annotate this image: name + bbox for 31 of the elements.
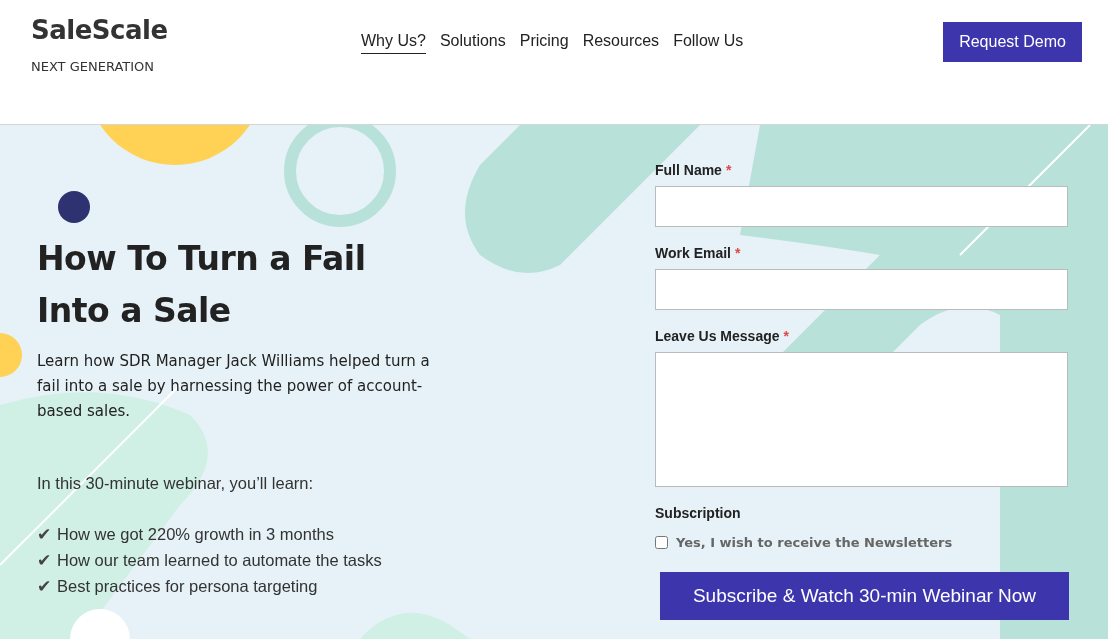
field-label: Work Email [655,245,731,261]
check-icon: ✔ [37,521,51,547]
field-label: Full Name [655,162,722,178]
benefit-text: How we got 220% growth in 3 months [57,524,334,545]
nav-link[interactable]: Solutions [439,32,506,54]
benefit-text: Best practices for persona targeting [57,576,318,597]
nav-link[interactable]: Why Us? [361,32,426,54]
nav-link[interactable]: Pricing [519,32,569,54]
field-label: Leave Us Message [655,328,780,344]
required-mark: * [783,328,789,344]
brand-logo[interactable]: SaleScale [31,15,361,45]
newsletter-checkbox[interactable] [655,536,668,549]
newsletter-option: Yes, I wish to receive the Newsletters [676,535,953,550]
nav-link[interactable]: Resources [582,32,660,54]
required-mark: * [725,162,732,178]
benefit-text: How our team learned to automate the tasks [57,550,382,571]
subscribe-button[interactable]: Subscribe & Watch 30-min Webinar Now [660,572,1069,620]
brand-tagline: NEXT GENERATION [31,59,156,74]
input-field[interactable] [655,186,1068,227]
input-field[interactable] [655,269,1068,310]
message-field[interactable] [655,352,1068,487]
check-icon: ✔ [37,573,51,599]
subscription-label: Subscription [655,505,742,521]
nav-link[interactable]: Follow Us [673,32,744,54]
hero-title: How To Turn a Fail Into a Sale [37,238,367,332]
dot-shape [58,191,90,223]
hero-intro: Learn how SDR Manager Jack Williams helped turn a fail into a sale by harnessing the power of account-based sales. [37,351,431,422]
webinar-lead: In this 30-minute webinar, you’ll learn: [37,474,315,493]
request-demo-button[interactable]: Request Demo [943,22,1082,62]
check-icon: ✔ [37,547,51,573]
required-mark: * [735,245,741,261]
